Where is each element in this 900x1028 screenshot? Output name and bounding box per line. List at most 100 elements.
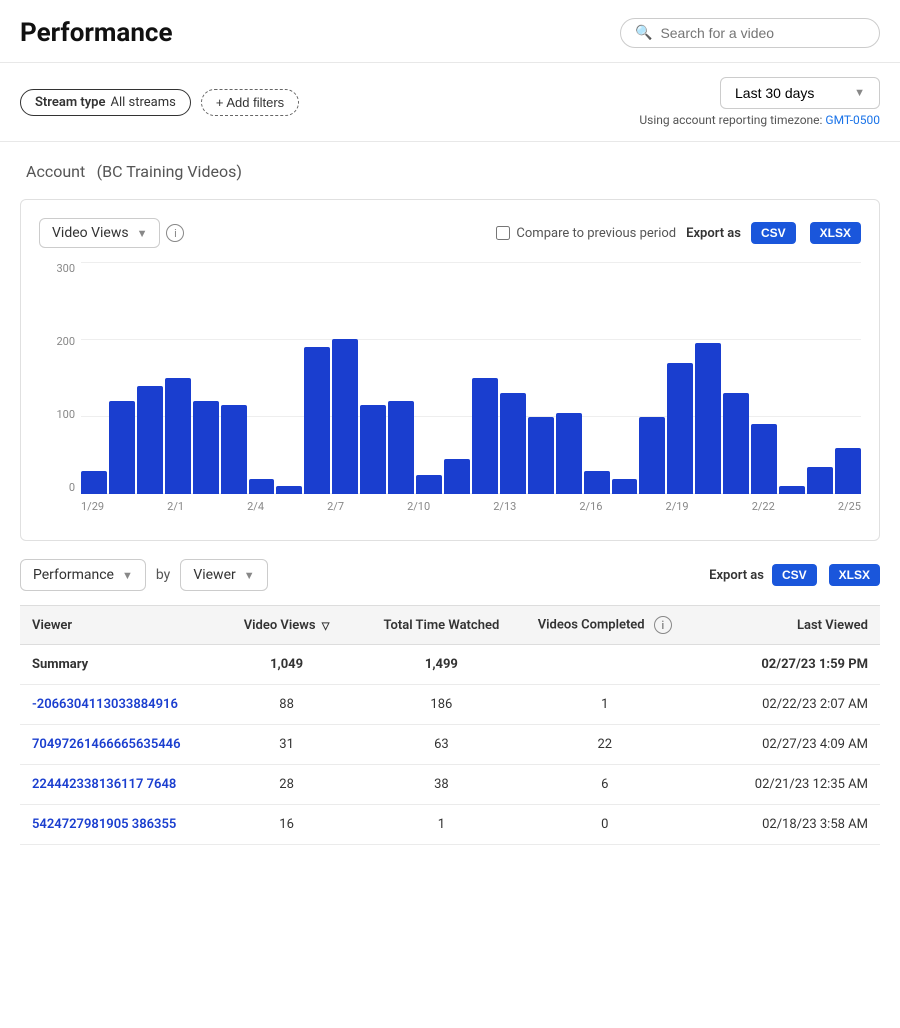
bar-chart: 300 200 100 0 1/292/12/42/72/102/132/162… (39, 262, 861, 522)
performance-label: Performance (33, 567, 114, 583)
account-subtitle: (BC Training Videos) (97, 162, 242, 181)
page-title: Performance (20, 18, 173, 48)
metric-chevron-icon: ▼ (137, 227, 148, 240)
perf-right: Export as CSV XLSX (709, 564, 880, 586)
date-range-button[interactable]: Last 30 days ▼ (720, 77, 880, 109)
row-completed: 22 (519, 725, 691, 765)
x-axis-label: 2/25 (838, 500, 861, 522)
chart-controls: Compare to previous period Export as CSV… (496, 222, 861, 244)
col-header-viewer: Viewer (20, 606, 209, 645)
row-time: 186 (364, 685, 519, 725)
x-axis-label: 2/1 (167, 500, 184, 522)
bar-item (528, 417, 554, 494)
bar-item (165, 378, 191, 494)
search-box[interactable]: 🔍 (620, 18, 880, 48)
bar-item (332, 339, 358, 494)
compare-label[interactable]: Compare to previous period (496, 226, 676, 241)
x-axis-label: 2/22 (752, 500, 775, 522)
search-input[interactable] (660, 25, 865, 41)
date-range-label: Last 30 days (735, 85, 814, 101)
chart-csv-button[interactable]: CSV (751, 222, 796, 244)
row-viewer: 224442338136117 7648 (20, 765, 209, 805)
bar-item (751, 424, 777, 494)
account-label: Account (26, 162, 85, 181)
row-last-viewed: 02/21/23 12:35 AM (691, 765, 880, 805)
bar-item (695, 343, 721, 494)
row-views: 31 (209, 725, 364, 765)
chart-top: Video Views ▼ i Compare to previous peri… (39, 218, 861, 248)
bar-item (639, 417, 665, 494)
table-row: 5424727981905 386355 16 1 0 02/18/23 3:5… (20, 805, 880, 845)
y-label-100: 100 (56, 408, 75, 421)
bar-item (444, 459, 470, 494)
x-axis: 1/292/12/42/72/102/132/162/192/222/25 (81, 500, 861, 522)
viewer-link[interactable]: 224442338136117 7648 (32, 777, 176, 792)
chart-inner (81, 262, 861, 494)
compare-text: Compare to previous period (516, 226, 676, 241)
add-filters-button[interactable]: + Add filters (201, 89, 299, 116)
row-views: 88 (209, 685, 364, 725)
bar-item (584, 471, 610, 494)
x-axis-label: 1/29 (81, 500, 104, 522)
bar-item (723, 393, 749, 494)
y-label-200: 200 (56, 335, 75, 348)
table-row: 70497261466665635446 31 63 22 02/27/23 4… (20, 725, 880, 765)
row-viewer: 70497261466665635446 (20, 725, 209, 765)
chevron-down-icon: ▼ (854, 87, 865, 99)
col-header-views[interactable]: Video Views ▽ (209, 606, 364, 645)
bar-item (612, 479, 638, 494)
bar-item (388, 401, 414, 494)
summary-views: 1,049 (209, 645, 364, 685)
bar-item (556, 413, 582, 494)
viewer-link[interactable]: -2066304113033884916 (32, 697, 178, 712)
completed-info-icon[interactable]: i (654, 616, 672, 634)
row-time: 63 (364, 725, 519, 765)
stream-type-filter[interactable]: Stream type All streams (20, 89, 191, 116)
performance-section: Performance ▼ by Viewer ▼ Export as CSV … (20, 559, 880, 845)
filters-bar: Stream type All streams + Add filters La… (0, 63, 900, 142)
x-axis-label: 2/13 (493, 500, 516, 522)
row-last-viewed: 02/18/23 3:58 AM (691, 805, 880, 845)
row-completed: 6 (519, 765, 691, 805)
col-header-completed: Videos Completed i (519, 606, 691, 645)
chart-container: Video Views ▼ i Compare to previous peri… (20, 199, 880, 541)
bar-item (221, 405, 247, 494)
row-last-viewed: 02/22/23 2:07 AM (691, 685, 880, 725)
chart-xlsx-button[interactable]: XLSX (810, 222, 861, 244)
page-header: Performance 🔍 (0, 0, 900, 63)
compare-checkbox[interactable] (496, 226, 510, 240)
metric-select[interactable]: Video Views ▼ (39, 218, 160, 248)
bar-item (360, 405, 386, 494)
x-axis-label: 2/19 (666, 500, 689, 522)
by-label: by (156, 567, 170, 583)
bar-item (304, 347, 330, 494)
timezone-link[interactable]: GMT-0500 (825, 113, 880, 127)
performance-select[interactable]: Performance ▼ (20, 559, 146, 591)
viewer-select[interactable]: Viewer ▼ (180, 559, 267, 591)
bar-item (835, 448, 861, 494)
row-completed: 1 (519, 685, 691, 725)
x-axis-label: 2/16 (579, 500, 602, 522)
filters-right: Last 30 days ▼ Using account reporting t… (639, 77, 880, 127)
metric-info-icon[interactable]: i (166, 224, 184, 242)
sort-icon: ▽ (322, 621, 330, 632)
viewer-link[interactable]: 5424727981905 386355 (32, 817, 176, 832)
bar-item (193, 401, 219, 494)
y-label-300: 300 (56, 262, 75, 275)
perf-csv-button[interactable]: CSV (772, 564, 817, 586)
row-viewer: 5424727981905 386355 (20, 805, 209, 845)
x-axis-label: 2/10 (407, 500, 430, 522)
perf-xlsx-button[interactable]: XLSX (829, 564, 880, 586)
bar-item (667, 363, 693, 494)
viewer-chevron-icon: ▼ (244, 569, 255, 582)
viewer-link[interactable]: 70497261466665635446 (32, 737, 181, 752)
table-header-row: Viewer Video Views ▽ Total Time Watched … (20, 606, 880, 645)
perf-left: Performance ▼ by Viewer ▼ (20, 559, 268, 591)
row-time: 38 (364, 765, 519, 805)
bar-item (276, 486, 302, 494)
table-body: Summary 1,049 1,499 02/27/23 1:59 PM -20… (20, 645, 880, 845)
table-summary-row: Summary 1,049 1,499 02/27/23 1:59 PM (20, 645, 880, 685)
timezone-note: Using account reporting timezone: GMT-05… (639, 113, 880, 127)
bar-item (81, 471, 107, 494)
y-axis: 300 200 100 0 (39, 262, 81, 494)
